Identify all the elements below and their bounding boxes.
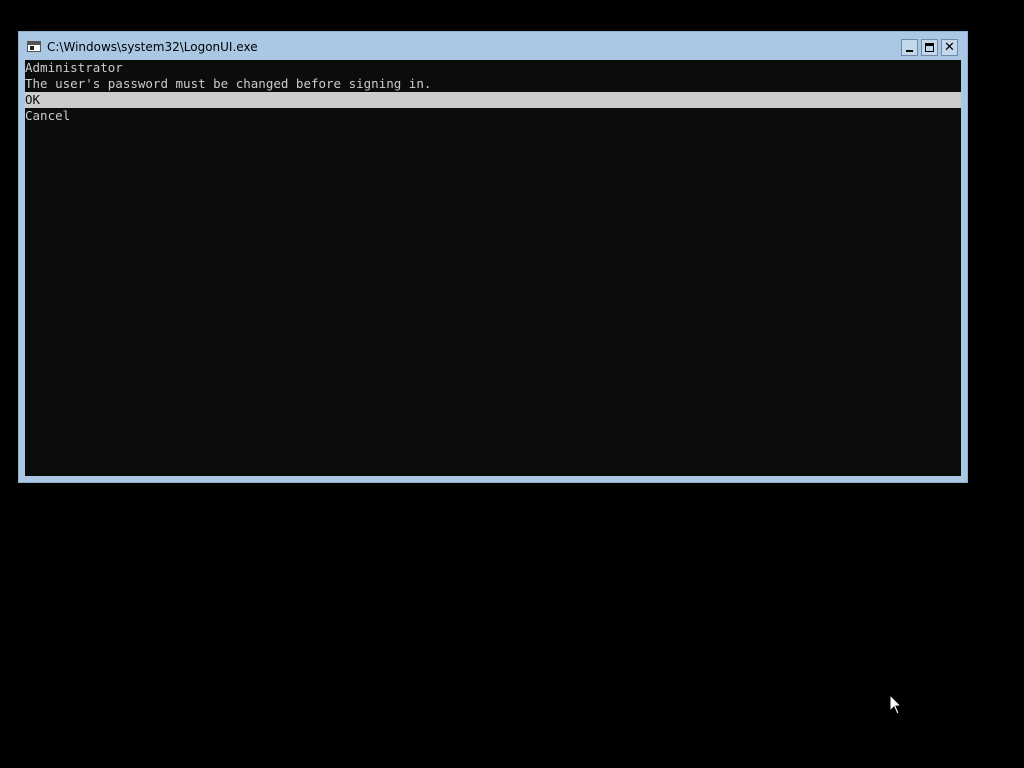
mouse-pointer-icon	[889, 694, 903, 715]
ok-option[interactable]: OK	[25, 92, 961, 108]
console-area[interactable]: Administrator The user's password must b…	[25, 60, 961, 476]
minimize-button[interactable]	[901, 39, 918, 56]
close-icon: ✕	[944, 40, 955, 55]
minimize-icon	[906, 50, 913, 52]
close-button[interactable]: ✕	[941, 39, 958, 56]
password-change-message: The user's password must be changed befo…	[25, 76, 432, 91]
logonui-window: C:\Windows\system32\LogonUI.exe ✕ Admini…	[18, 31, 968, 483]
title-bar[interactable]: C:\Windows\system32\LogonUI.exe ✕	[19, 32, 967, 61]
username-text: Administrator	[25, 60, 123, 75]
maximize-icon	[925, 43, 934, 52]
console-app-icon[interactable]	[27, 41, 41, 52]
window-title: C:\Windows\system32\LogonUI.exe	[47, 40, 258, 54]
cancel-option[interactable]: Cancel	[25, 108, 961, 124]
maximize-button[interactable]	[921, 39, 938, 56]
